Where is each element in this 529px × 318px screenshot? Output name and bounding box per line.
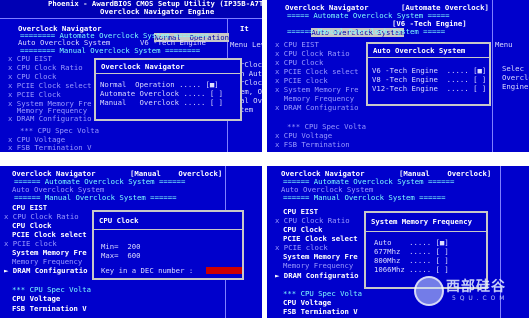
bios-panel-cpu-clock: Overclock Navigator [Manual Overclock] =… (0, 166, 262, 318)
popup-title: Auto Overclock System (373, 46, 466, 55)
menu-item-cpu-voltage[interactable]: CPU Voltage (12, 294, 60, 303)
menu-item-dram-configuration[interactable]: ► DRAM Configuratio (275, 271, 358, 280)
menu-item-cpu-clock-ratio[interactable]: x CPU Clock Ratio (275, 216, 350, 225)
divider (0, 18, 262, 19)
menu-item-pcie-clock[interactable]: x PCIE clock (4, 239, 57, 248)
option-v12-tech-engine[interactable]: V12-Tech Engine ..... [ ] (372, 84, 486, 93)
watermark-subtext: 5 Q U . C O M (452, 295, 506, 302)
menu-item-pcie-clock-select[interactable]: x PCIE Clock select (275, 67, 358, 76)
menu-item-cpu-clock[interactable]: x CPU Clock (275, 58, 323, 67)
popup-header: System Memory Frequency (366, 213, 486, 232)
menu-item-cpu-voltage[interactable]: x CPU Voltage (275, 131, 332, 140)
popup-header: Overclock Navigator (96, 60, 240, 74)
menu-item-memory-frequency[interactable]: Memory Frequency (275, 94, 354, 103)
menu-item-pcie-clock-select[interactable]: PCIE Clock select (283, 234, 358, 243)
menu-item-fsb-termination[interactable]: x FSB Termination (275, 140, 350, 149)
min-value: Min= 200 (101, 242, 141, 251)
menu-item-pcie-clock[interactable]: x PCIE clock (275, 243, 328, 252)
menu-item-fsb-termination[interactable]: x FSB Termination V (8, 143, 91, 152)
popup-header: Auto Overclock System (368, 44, 489, 58)
option-manual-overclock[interactable]: Manual Overclock ..... [ ] (100, 98, 223, 107)
popup-header: CPU Clock (94, 212, 242, 230)
help-line-1: Menu Lev (230, 40, 262, 49)
help-line-4: Overclo (502, 73, 529, 82)
menu-item-system-memory-frequency[interactable]: System Memory Fre (12, 248, 87, 257)
menu-item-cpu-clock-ratio[interactable]: x CPU Clock Ratio (275, 49, 350, 58)
menu-item-system-memory-frequency[interactable]: x System Memory Fre (275, 85, 358, 94)
help-divider (492, 0, 493, 152)
cpu-spec-voltage-header: *** CPU Spec Volta (287, 122, 367, 131)
option-automate-overclock[interactable]: Automate Overclock ..... [ ] (100, 89, 223, 98)
key-in-prompt: Key in a DEC number : (101, 266, 194, 275)
popup-title: System Memory Frequency (371, 217, 473, 226)
menu-item-cpu-eist[interactable]: CPU EIST (12, 203, 47, 212)
help-line-1: Menu (495, 40, 513, 49)
auto-overclock-popup: Auto Overclock System V6 -Tech Engine ..… (366, 42, 491, 106)
menu-item-fsb-termination[interactable]: FSB Termination V (283, 307, 358, 316)
menu-item-cpu-clock[interactable]: CPU Clock (12, 221, 52, 230)
menu-item-dram-configuration[interactable]: ► DRAM Configuratio (4, 266, 87, 275)
watermark-text: 西部硅谷 (446, 279, 506, 295)
cpu-spec-voltage-header: *** CPU Spec Volta (20, 126, 100, 135)
menu-item-cpu-eist[interactable]: CPU EIST (283, 207, 318, 216)
cpu-spec-voltage-header: *** CPU Spec Volta (283, 289, 363, 298)
menu-item-pcie-clock[interactable]: x PCIE Clock (8, 90, 61, 99)
screenshot-collage: Phoenix - AwardBIOS CMOS Setup Utility (… (0, 0, 529, 318)
bios-panel-automate-overclock: Overclock Navigator [Automate Overclock]… (267, 0, 529, 152)
bios-subtitle: Overclock Navigator Engine (100, 7, 215, 16)
bios-panel-normal-operation: Phoenix - AwardBIOS CMOS Setup Utility (… (0, 0, 262, 152)
popup-title: Overclock Navigator (101, 62, 185, 71)
manual-header: ====== Manual Overclock System ===== (287, 27, 446, 36)
cpu-spec-voltage-header: *** CPU Spec Volta (12, 285, 92, 294)
menu-item-cpu-eist[interactable]: x CPU EIST (8, 54, 52, 63)
menu-item-cpu-eist[interactable]: x CPU EIST (275, 40, 319, 49)
menu-item-system-memory-frequency[interactable]: System Memory Fre (283, 252, 358, 261)
menu-item-cpu-clock-ratio[interactable]: x CPU Clock Ratio (8, 63, 83, 72)
help-line-5: rClock (240, 78, 262, 87)
watermark-logo-icon (414, 276, 444, 306)
max-value: Max= 600 (101, 251, 141, 260)
menu-item-cpu-clock[interactable]: x CPU Clock (8, 72, 56, 81)
manual-header: ====== Manual Overclock System ====== (14, 193, 177, 202)
option-v6-tech-engine[interactable]: V6 -Tech Engine ..... [■] (372, 66, 486, 75)
help-line-3: Selec (502, 64, 524, 73)
option-auto[interactable]: Auto ..... [■] (374, 238, 449, 247)
help-line-4: n Autom (240, 69, 262, 78)
item-help-label: It (240, 24, 249, 33)
menu-item-pcie-clock[interactable]: x PCIE clock (275, 76, 328, 85)
overclock-navigator-popup: Overclock Navigator Normal Operation ...… (94, 58, 242, 121)
help-line-6: em, OC (240, 87, 262, 96)
menu-item-dram-configuration[interactable]: x DRAM Configuratio (8, 114, 91, 123)
menu-item-pcie-clock-select[interactable]: x PCIE Clock select (8, 81, 91, 90)
menu-item-cpu-voltage[interactable]: CPU Voltage (283, 298, 331, 307)
popup-title: CPU Clock (99, 216, 139, 225)
manual-header: ====== Manual Overclock System ====== (283, 193, 446, 202)
help-line-7: al Ove (240, 96, 262, 105)
site-watermark: 西部硅谷 5 Q U . C O M (412, 270, 526, 310)
option-v8-tech-engine[interactable]: V8 -Tech Engine ..... [ ] (372, 75, 486, 84)
option-677mhz[interactable]: 677Mhz ..... [ ] (374, 247, 449, 256)
cpu-clock-popup: CPU Clock Min= 200 Max= 600 Key in a DEC… (92, 210, 244, 280)
help-line-5: Engine (502, 82, 529, 91)
option-normal-operation[interactable]: Normal Operation ..... [■] (100, 80, 219, 89)
menu-item-cpu-clock[interactable]: CPU Clock (283, 225, 323, 234)
menu-item-memory-frequency[interactable]: Memory Frequency (283, 261, 353, 270)
menu-item-pcie-clock-select[interactable]: PCIE Clock select (12, 230, 87, 239)
menu-item-fsb-termination[interactable]: FSB Termination V (12, 304, 87, 313)
menu-item-dram-configuration[interactable]: x DRAM Configuratio (275, 103, 358, 112)
dec-number-input[interactable] (206, 267, 242, 274)
menu-item-memory-frequency[interactable]: Memory Frequency (12, 257, 82, 266)
option-800mhz[interactable]: 800Mhz ..... [ ] (374, 256, 449, 265)
help-line-3: rClock (240, 60, 262, 69)
menu-item-cpu-clock-ratio[interactable]: x CPU Clock Ratio (4, 212, 79, 221)
